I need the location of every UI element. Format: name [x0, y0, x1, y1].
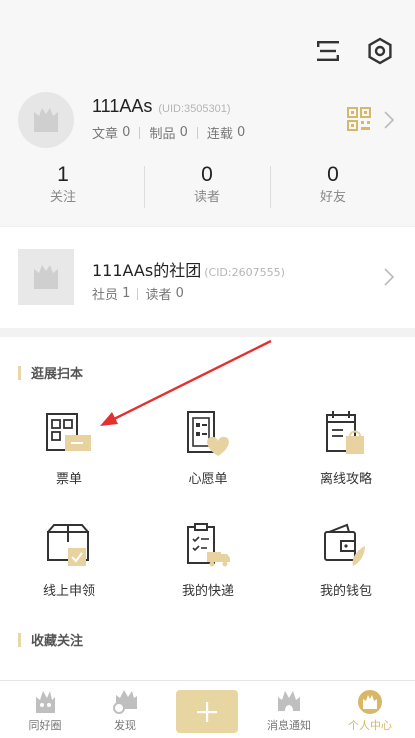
discover-icon [90, 681, 160, 715]
circle-icon [10, 681, 80, 715]
add-button[interactable] [176, 690, 238, 733]
tab-notifications[interactable]: 消息通知 [254, 681, 324, 733]
profile-icon [335, 681, 405, 715]
plus-icon [197, 701, 217, 722]
tab-profile-label: 个人中心 [348, 719, 392, 732]
tab-circle-label: 同好圈 [28, 719, 62, 732]
tab-discover[interactable]: 发现 [90, 681, 160, 733]
tab-profile[interactable]: 个人中心 [335, 681, 405, 733]
notification-icon [254, 681, 324, 715]
tab-circle[interactable]: 同好圈 [10, 681, 80, 733]
tab-discover-label: 发现 [114, 719, 136, 732]
bottom-tab-bar: 同好圈 发现 消息通知 个人中心 [0, 680, 415, 738]
annotation-arrow [100, 339, 272, 426]
tab-notifications-label: 消息通知 [267, 719, 311, 732]
